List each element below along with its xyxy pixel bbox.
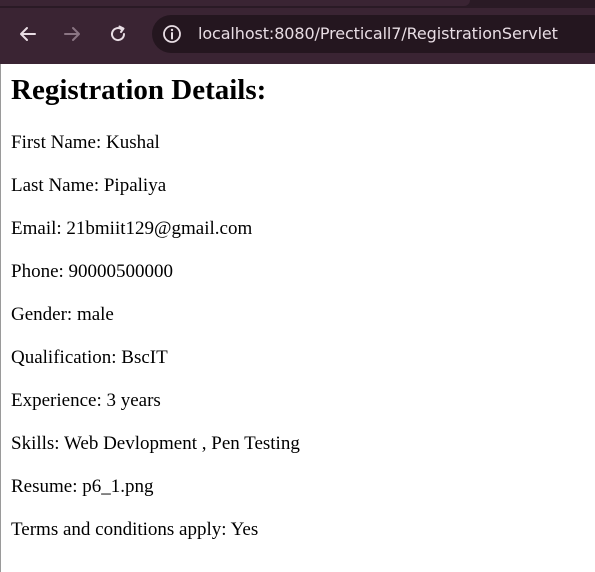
detail-first-name: First Name: Kushal [11, 132, 160, 153]
detail-gender: Gender: male [11, 304, 114, 325]
arrow-right-icon [64, 27, 80, 41]
page-content: Registration Details: First Name: Kushal… [0, 64, 595, 572]
detail-resume: Resume: p6_1.png [11, 476, 154, 497]
forward-button[interactable] [58, 20, 86, 48]
back-button[interactable] [14, 20, 42, 48]
arrow-left-icon [20, 27, 36, 41]
reload-button[interactable] [104, 20, 132, 48]
tab-strip [0, 0, 595, 8]
browser-toolbar: localhost:8080/Precticall7/RegistrationS… [0, 0, 595, 64]
detail-terms: Terms and conditions apply: Yes [11, 519, 259, 540]
detail-skills: Skills: Web Devlopment , Pen Testing [11, 433, 300, 454]
detail-last-name: Last Name: Pipaliya [11, 175, 167, 196]
site-info-icon[interactable] [162, 24, 182, 44]
detail-phone: Phone: 90000500000 [11, 261, 174, 282]
page-title: Registration Details: [11, 74, 267, 106]
active-tab[interactable] [0, 0, 470, 6]
address-bar[interactable]: localhost:8080/Precticall7/RegistrationS… [152, 15, 595, 53]
detail-experience: Experience: 3 years [11, 390, 161, 411]
detail-email: Email: 21bmiit129@gmail.com [11, 218, 253, 239]
reload-icon [111, 25, 126, 42]
detail-qualification: Qualification: BscIT [11, 347, 168, 368]
url-text[interactable]: localhost:8080/Precticall7/RegistrationS… [198, 24, 558, 43]
